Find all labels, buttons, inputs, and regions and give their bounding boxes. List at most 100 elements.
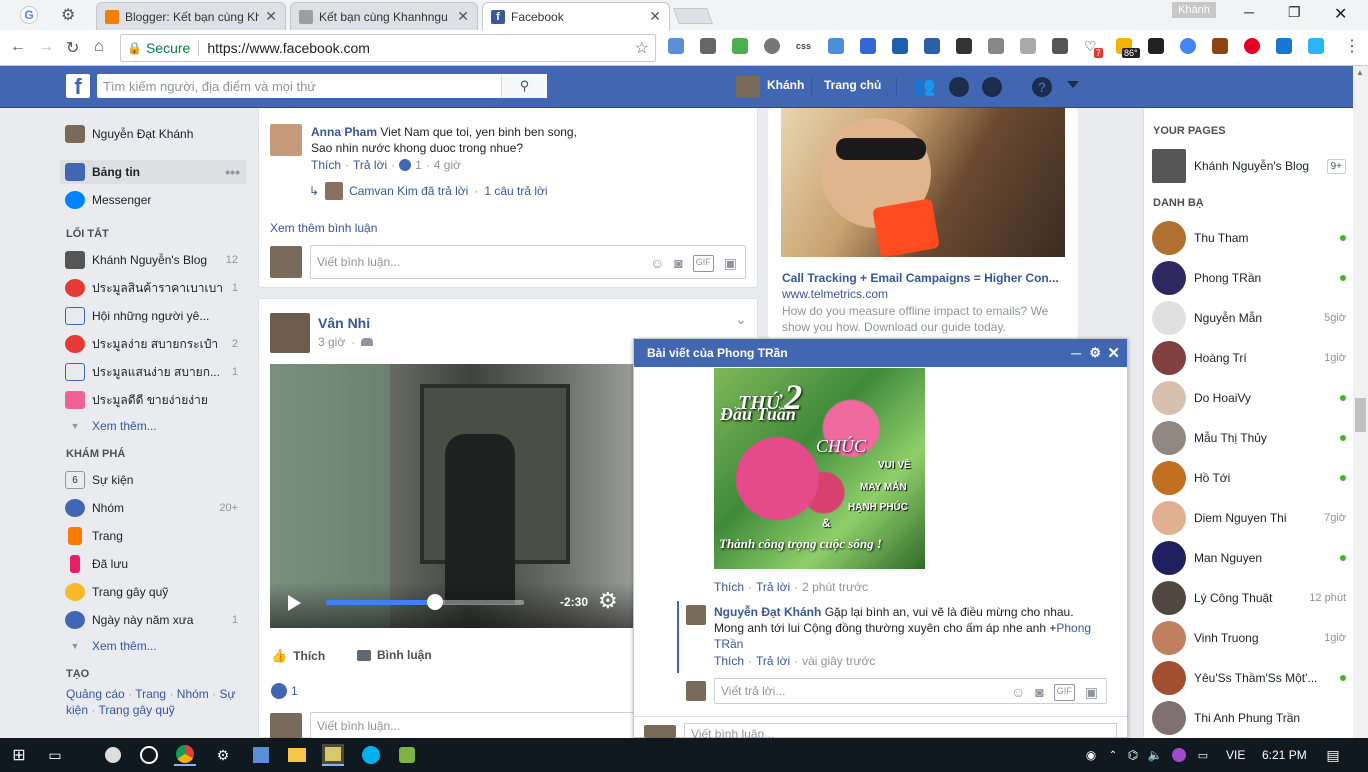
chevron-down-icon[interactable]: ⌄ (735, 311, 747, 328)
comment-input[interactable]: Viết bình luận... (684, 723, 1117, 738)
sidebar-item-shortcut[interactable]: Hội những người yê... (60, 304, 246, 328)
see-more-link[interactable]: ▼ Xem thêm... (60, 634, 246, 658)
contact-item[interactable]: Phong TRần (1152, 258, 1346, 298)
extension-icon[interactable] (700, 38, 716, 54)
reply-input[interactable]: Viết trả lời... ☺ ◙ GIF ▣ (714, 678, 1107, 704)
reactions-summary[interactable]: 1 (271, 683, 298, 699)
qr-icon[interactable] (956, 38, 972, 54)
gear-icon[interactable]: ⚙ (212, 744, 234, 766)
search-icon[interactable]: ⚲ (501, 74, 547, 98)
pinterest-icon[interactable] (1244, 38, 1260, 54)
extension-icon[interactable] (1308, 38, 1324, 54)
tray-app-icon[interactable] (1168, 744, 1190, 766)
profile-badge[interactable]: Khánh (1172, 2, 1216, 18)
skype-icon[interactable] (360, 744, 382, 766)
contact-item[interactable]: Do HoaiVy (1152, 378, 1346, 418)
video-progress-track[interactable] (326, 594, 524, 610)
tab-ketban[interactable]: Kết bạn cùng Khanhngu ✕ (290, 2, 478, 30)
sidebar-item-pages[interactable]: Trang (60, 524, 246, 548)
search-input[interactable]: Tìm kiếm người, địa điểm và mọi thứ ⚲ (97, 74, 547, 98)
gif-icon[interactable]: GIF (1053, 684, 1075, 701)
app-icon[interactable] (250, 744, 272, 766)
extension-icon[interactable] (1020, 38, 1036, 54)
create-ad-link[interactable]: Quảng cáo (66, 687, 125, 701)
account-menu-icon[interactable] (1067, 81, 1079, 88)
avatar[interactable] (686, 605, 706, 625)
reply-link[interactable]: Trả lời (756, 580, 790, 594)
reply-author[interactable]: Nguyễn Đạt Khánh (714, 605, 821, 619)
create-group-link[interactable]: Nhóm (177, 687, 209, 701)
reply-link[interactable]: Trả lời (353, 158, 387, 172)
chevron-up-icon[interactable]: ⌃ (1102, 744, 1124, 766)
your-page-item[interactable]: Khánh Nguyễn's Blog 9+ (1152, 146, 1346, 186)
comment-input[interactable]: Viết bình luận... ☺ ◙ GIF ▣ (310, 245, 746, 279)
battery-icon[interactable]: ▭ (1192, 744, 1214, 766)
minimize-icon[interactable]: ─ (1244, 4, 1254, 20)
task-view-icon[interactable]: ▭ (44, 744, 66, 766)
minimize-icon[interactable]: ─ (1071, 345, 1081, 361)
video-player[interactable]: -2:30 ⚙ (270, 364, 634, 628)
reply-link[interactable]: Trả lời (756, 654, 790, 668)
contact-item[interactable]: Mẫu Thị Thủy (1152, 418, 1346, 458)
contact-item[interactable]: Thu Tham (1152, 218, 1346, 258)
create-fundraiser-link[interactable]: Trang gây quỹ (98, 703, 174, 717)
like-link[interactable]: Thích (714, 654, 744, 668)
camera-icon[interactable]: ◙ (674, 255, 682, 272)
gif-icon[interactable]: GIF (692, 255, 714, 272)
profile-link[interactable]: Nguyễn Đạt Khánh (60, 122, 246, 146)
chrome-icon[interactable] (174, 744, 196, 766)
tab-blogger[interactable]: Blogger: Kết bạn cùng Kh ✕ (96, 2, 286, 30)
help-icon[interactable]: ? (1032, 77, 1052, 97)
see-more-link[interactable]: ▼ Xem thêm... (60, 414, 246, 438)
extension-icon[interactable] (892, 38, 908, 54)
folder-icon[interactable] (286, 744, 308, 766)
sidebar-item-saved[interactable]: Đã lưu (60, 552, 246, 576)
avatar[interactable] (270, 313, 310, 353)
ad-image[interactable] (781, 108, 1065, 257)
volume-icon[interactable]: 🔈 (1144, 744, 1166, 766)
extension-icon[interactable] (1148, 38, 1164, 54)
maximize-icon[interactable]: ❐ (1288, 4, 1301, 21)
forward-icon[interactable]: → (38, 38, 54, 56)
post-image[interactable]: THỨ 2 Đầu Tuần CHÚC VUI VẺ MAY MẮN HẠNH … (714, 368, 925, 569)
post-time[interactable]: 3 giờ (318, 335, 345, 349)
contact-item[interactable]: Diem Nguyen Thi 7giờ (1152, 498, 1346, 538)
home-link[interactable]: Trang chủ (824, 78, 881, 92)
close-icon[interactable]: ✕ (649, 8, 661, 25)
chat-header[interactable]: Bài viết của Phong TRần ─ ⚙ ✕ (634, 339, 1127, 367)
gear-icon[interactable]: ⚙ (61, 5, 75, 25)
comment-action[interactable]: Bình luận (357, 648, 432, 662)
contact-item[interactable]: Lý Công Thuật 12 phút (1152, 578, 1346, 618)
contact-item[interactable]: Nguyễn Mẫn 5giờ (1152, 298, 1346, 338)
sidebar-item-newsfeed[interactable]: Bảng tin ••• (60, 160, 246, 184)
ad-title[interactable]: Call Tracking + Email Campaigns = Higher… (782, 271, 1066, 285)
scrollbar-thumb[interactable] (1355, 398, 1366, 432)
contact-item[interactable]: Hoàng Trí 1giờ (1152, 338, 1346, 378)
extension-icon[interactable] (764, 38, 780, 54)
sidebar-item-fundraisers[interactable]: Trang gây quỹ (60, 580, 246, 604)
extension-icon[interactable] (1276, 38, 1292, 54)
close-icon[interactable]: ✕ (1107, 344, 1120, 362)
camera-icon[interactable]: ◙ (1035, 684, 1043, 701)
friend-requests-icon[interactable]: 👥 (913, 76, 935, 97)
css-icon[interactable]: css (796, 38, 812, 54)
app-icon[interactable] (102, 744, 124, 766)
app-icon[interactable] (322, 744, 344, 766)
view-more-comments[interactable]: Xem thêm bình luận (270, 221, 377, 235)
page-scrollbar[interactable]: ▲ (1353, 66, 1368, 738)
contact-item[interactable]: Man Nguyen (1152, 538, 1346, 578)
sidebar-item-shortcut[interactable]: ประมูลสินค้าราคาเบาเบา 1 (60, 276, 246, 300)
sticker-icon[interactable]: ▣ (724, 255, 737, 272)
like-link[interactable]: Thích (311, 158, 341, 172)
menu-icon[interactable]: ⋮ (1344, 36, 1360, 56)
extension-icon[interactable] (828, 38, 844, 54)
profile-link[interactable]: Khánh (767, 78, 804, 92)
star-icon[interactable]: ☆ (635, 38, 649, 58)
app-icon[interactable] (396, 744, 418, 766)
create-page-link[interactable]: Trang (135, 687, 166, 701)
network-icon[interactable]: ⌬ (1122, 744, 1144, 766)
new-tab-button[interactable] (673, 8, 713, 24)
sidebar-item-messenger[interactable]: Messenger (60, 188, 246, 212)
gear-icon[interactable]: ⚙ (598, 588, 618, 614)
commenter-name[interactable]: Anna Pham (311, 125, 377, 139)
